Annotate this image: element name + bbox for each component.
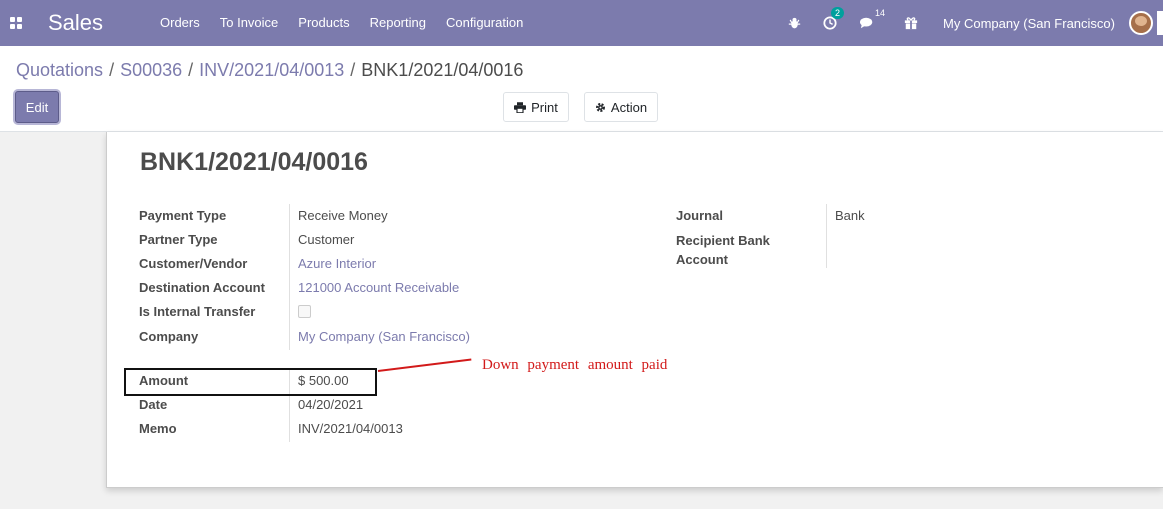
- record-title: BNK1/2021/04/0016: [140, 148, 368, 176]
- avatar[interactable]: [1129, 11, 1153, 35]
- field-value: 121000 Account Receivable: [298, 279, 460, 295]
- field-recipient-bank-account: Recipient Bank Account: [676, 231, 796, 269]
- annotation-text: Down payment amount paid: [482, 357, 668, 373]
- menu-to-invoice[interactable]: To Invoice: [210, 0, 289, 46]
- breadcrumb-separator: /: [188, 60, 194, 80]
- top-navbar: Sales Orders To Invoice Products Reporti…: [0, 0, 1163, 46]
- field-value: INV/2021/04/0013: [298, 420, 403, 436]
- field-partner-type: Partner Type: [139, 227, 218, 251]
- field-value: Customer: [298, 231, 355, 247]
- app-name[interactable]: Sales: [48, 10, 103, 36]
- chat-icon[interactable]: 14: [859, 8, 885, 30]
- field-value: 04/20/2021: [298, 396, 364, 412]
- print-button[interactable]: Print: [503, 92, 569, 122]
- field-journal: Journal: [676, 203, 723, 227]
- menu-configuration[interactable]: Configuration: [436, 0, 533, 46]
- field-destination-account: Destination Account: [139, 275, 265, 299]
- action-label: Action: [610, 99, 648, 115]
- field-customer-vendor: Customer/Vendor: [139, 251, 247, 275]
- print-icon: [514, 101, 527, 113]
- payment-type-value[interactable]: Receive Money: [298, 203, 388, 227]
- apps-icon[interactable]: [10, 17, 22, 29]
- memo-value[interactable]: INV/2021/04/0013: [298, 416, 403, 440]
- field-label: Customer/Vendor: [139, 255, 248, 271]
- breadcrumb-invoice[interactable]: INV/2021/04/0013: [199, 60, 344, 81]
- customer-vendor-link[interactable]: Azure Interior: [298, 251, 376, 275]
- field-label: Journal: [676, 207, 723, 223]
- systray: 2 14 My Company (San Francisco): [777, 0, 1163, 46]
- field-payment-type: Payment Type: [139, 203, 226, 227]
- internal-transfer-checkbox-wrap: [298, 299, 311, 323]
- company-switcher[interactable]: My Company (San Francisco): [943, 16, 1115, 31]
- main-menu: Orders To Invoice Products Reporting Con…: [150, 0, 533, 46]
- field-company: Company: [139, 324, 198, 348]
- partner-type-value[interactable]: Customer: [298, 227, 354, 251]
- field-label: Destination Account: [139, 279, 265, 295]
- gift-icon[interactable]: [904, 16, 918, 30]
- field-internal-transfer: Is Internal Transfer: [139, 299, 255, 323]
- field-label: Date: [139, 396, 168, 412]
- message-badge: 14: [875, 8, 886, 18]
- field-divider: [289, 204, 290, 350]
- control-panel: Quotations / S00036 / INV/2021/04/0013 /…: [0, 46, 1163, 132]
- field-value: Receive Money: [298, 207, 388, 223]
- field-label: Partner Type: [139, 231, 218, 247]
- avatar-edge: [1157, 11, 1163, 35]
- menu-reporting[interactable]: Reporting: [360, 0, 436, 46]
- field-value: My Company (San Francisco): [298, 328, 470, 344]
- print-label: Print: [531, 99, 558, 115]
- form-sheet: BNK1/2021/04/0016 Payment Type Receive M…: [106, 132, 1163, 488]
- field-value: Bank: [835, 207, 865, 223]
- menu-orders[interactable]: Orders: [150, 0, 210, 46]
- field-label: Payment Type: [139, 207, 227, 223]
- destination-account-link[interactable]: 121000 Account Receivable: [298, 275, 459, 299]
- breadcrumb-separator: /: [109, 60, 115, 80]
- field-label: Is Internal Transfer: [139, 303, 256, 319]
- breadcrumb: Quotations / S00036 / INV/2021/04/0013 /…: [16, 60, 523, 81]
- field-value: Azure Interior: [298, 255, 377, 271]
- menu-products[interactable]: Products: [288, 0, 359, 46]
- amount-highlight-box: [124, 368, 377, 396]
- field-divider: [826, 204, 827, 268]
- activity-badge: 2: [831, 7, 845, 19]
- field-label: Recipient Bank Account: [676, 233, 770, 267]
- clock-icon[interactable]: 2: [823, 7, 845, 30]
- field-memo: Memo: [139, 416, 177, 440]
- action-button[interactable]: Action: [584, 92, 658, 122]
- bug-icon[interactable]: [788, 17, 801, 30]
- field-label: Memo: [139, 420, 177, 436]
- breadcrumb-current: BNK1/2021/04/0016: [361, 60, 524, 80]
- company-link[interactable]: My Company (San Francisco): [298, 324, 470, 348]
- edit-button[interactable]: Edit: [15, 91, 59, 123]
- breadcrumb-sale-order[interactable]: S00036: [120, 60, 182, 81]
- journal-value[interactable]: Bank: [835, 203, 865, 227]
- field-label: Company: [139, 328, 199, 344]
- gear-icon: [595, 102, 605, 112]
- internal-transfer-checkbox[interactable]: [298, 304, 311, 318]
- breadcrumb-quotations[interactable]: Quotations: [16, 60, 103, 81]
- breadcrumb-separator: /: [350, 60, 356, 80]
